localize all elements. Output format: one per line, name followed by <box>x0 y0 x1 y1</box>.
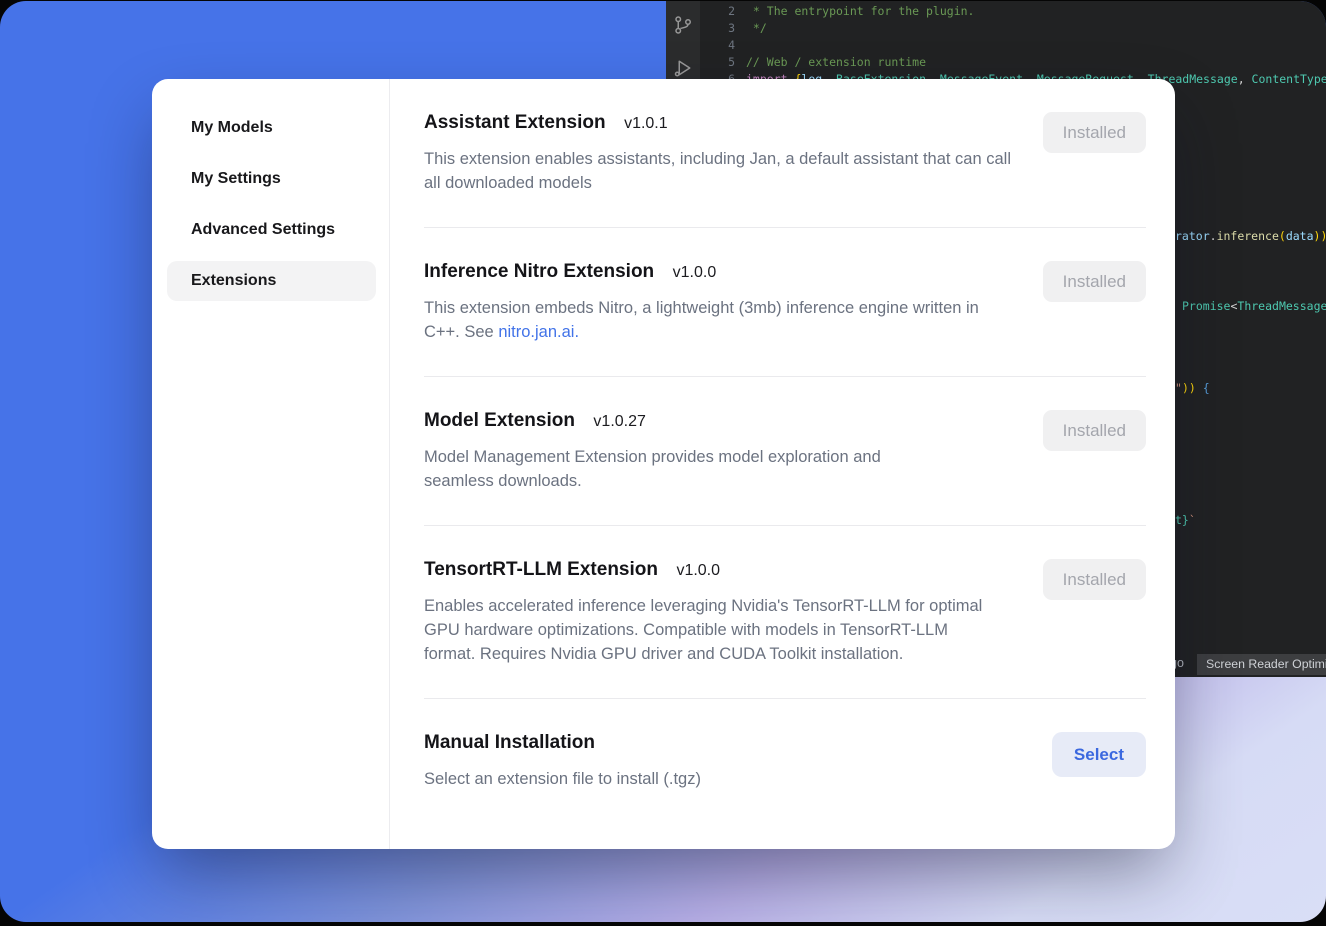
screen-reader-badge[interactable]: Screen Reader Optimized <box>1197 654 1326 675</box>
code-line: 5// Web / extension runtime <box>700 54 1326 71</box>
extension-description: This extension enables assistants, inclu… <box>424 147 1014 195</box>
extension-row-model: Model Extension v1.0.27 Model Management… <box>424 377 1146 526</box>
installed-button[interactable]: Installed <box>1043 112 1146 153</box>
sidebar-item-extensions[interactable]: Extensions <box>167 261 376 301</box>
code-line: 3 */ <box>700 20 1326 37</box>
app-window: 2 * The entrypoint for the plugin.3 */45… <box>0 1 1326 922</box>
sidebar-item-advanced-settings[interactable]: Advanced Settings <box>167 210 376 250</box>
installed-button[interactable]: Installed <box>1043 559 1146 600</box>
extension-row-tensorrt: TensortRT-LLM Extension v1.0.0 Enables a… <box>424 526 1146 699</box>
installed-button[interactable]: Installed <box>1043 410 1146 451</box>
extension-name: Assistant Extension <box>424 112 606 133</box>
sidebar-item-my-settings[interactable]: My Settings <box>167 159 376 199</box>
code-fragment: rator.inference(data)); <box>1175 228 1326 245</box>
settings-modal: My Models My Settings Advanced Settings … <box>152 79 1175 849</box>
extension-row-nitro: Inference Nitro Extension v1.0.0 This ex… <box>424 228 1146 377</box>
extension-version: v1.0.0 <box>673 264 717 281</box>
nitro-jan-ai-link[interactable]: nitro.jan.ai. <box>498 323 579 341</box>
select-file-button[interactable]: Select <box>1052 732 1146 777</box>
code-line: 2 * The entrypoint for the plugin. <box>700 3 1326 20</box>
screenshot-stage: 2 * The entrypoint for the plugin.3 */45… <box>0 0 1326 926</box>
extension-description: Model Management Extension provides mode… <box>424 445 924 493</box>
extension-description: This extension embeds Nitro, a lightweig… <box>424 296 994 344</box>
extensions-list: Assistant Extension v1.0.1 This extensio… <box>390 79 1175 849</box>
code-fragment: Promise<ThreadMessage> <box>1182 298 1326 315</box>
extension-description: Enables accelerated inference leveraging… <box>424 594 994 666</box>
extension-name: Model Extension <box>424 410 575 431</box>
settings-sidebar: My Models My Settings Advanced Settings … <box>152 79 390 849</box>
code-fragment: ")) { <box>1175 380 1210 397</box>
extension-row-assistant: Assistant Extension v1.0.1 This extensio… <box>424 79 1146 228</box>
extension-name: Inference Nitro Extension <box>424 261 654 282</box>
sidebar-item-my-models[interactable]: My Models <box>167 108 376 148</box>
code-fragment: t}` <box>1175 512 1196 529</box>
extension-row-manual-install: Manual Installation Select an extension … <box>424 699 1146 791</box>
extension-description: Select an extension file to install (.tg… <box>424 767 701 791</box>
extension-name: TensortRT-LLM Extension <box>424 559 658 580</box>
code-lines: 2 * The entrypoint for the plugin.3 */45… <box>700 3 1326 88</box>
run-debug-icon[interactable] <box>673 58 693 78</box>
code-line: 4 <box>700 37 1326 54</box>
source-control-icon[interactable] <box>673 15 693 35</box>
extension-version: v1.0.0 <box>676 562 720 579</box>
extension-version: v1.0.27 <box>593 413 645 430</box>
installed-button[interactable]: Installed <box>1043 261 1146 302</box>
extension-version: v1.0.1 <box>624 115 668 132</box>
extension-name: Manual Installation <box>424 732 595 753</box>
